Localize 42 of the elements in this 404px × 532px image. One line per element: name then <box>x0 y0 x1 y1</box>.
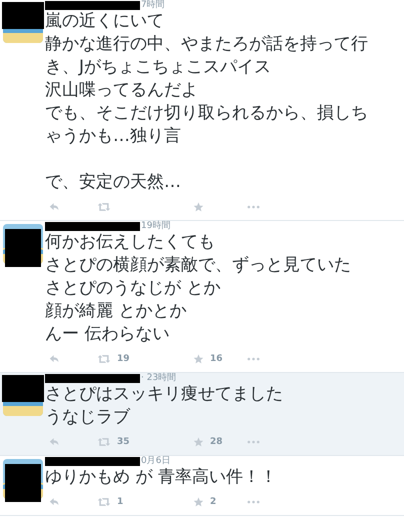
tweet-text: でも、そこだけ切り取られるから、損しち <box>45 102 369 125</box>
tweet-text: 静かな進行の中、やまたろが話を持って行 <box>45 33 369 56</box>
tweet-text: さとぴの横顔が素敵で、ずっと見ていた <box>45 254 352 277</box>
tweet-text: 何かお伝えしたくても <box>45 231 216 254</box>
reply-icon[interactable] <box>49 202 60 212</box>
favorite-count: 16 <box>210 354 223 364</box>
star-icon[interactable] <box>193 202 204 212</box>
retweet-icon[interactable] <box>97 497 111 507</box>
redaction-box <box>2 2 44 29</box>
reply-icon[interactable] <box>49 437 60 447</box>
tweet-text: ゆりかもめ が 青率高い件！！ <box>45 466 278 489</box>
tweet-text: 嵐の近くにいて <box>45 10 165 33</box>
tweet-text: で、安定の天然… <box>45 171 182 194</box>
tweet-text: ゃうかも…独り言 <box>45 125 182 148</box>
timestamp[interactable]: · 23時間 <box>141 373 176 383</box>
favorite-count: 28 <box>210 437 223 447</box>
retweet-count: 35 <box>117 437 130 447</box>
favorite-count: 2 <box>210 497 216 507</box>
redaction-box <box>2 375 44 402</box>
tweet-text: うなじラブ <box>45 406 132 429</box>
star-icon[interactable] <box>193 354 204 364</box>
tweet-text: き、Jがちょこちょこスパイス <box>45 56 272 79</box>
tweet-text: 顔が綺麗 とかとか <box>45 300 188 323</box>
star-icon[interactable] <box>193 437 204 447</box>
reply-icon[interactable] <box>49 497 60 507</box>
retweet-count: 19 <box>117 354 130 364</box>
timestamp[interactable]: 0月6日 <box>141 456 170 466</box>
more-icon[interactable] <box>247 357 260 361</box>
more-icon[interactable] <box>247 205 260 209</box>
retweet-icon[interactable] <box>97 202 111 212</box>
tweet-text: んー 伝わらない <box>45 323 170 346</box>
timestamp[interactable]: 19時間 <box>141 221 170 231</box>
star-icon[interactable] <box>193 497 204 507</box>
tweet-text: さとぴはスッキリ痩せてました <box>45 383 284 406</box>
tweet-text: さとぴのうなじが とか <box>45 277 222 300</box>
more-icon[interactable] <box>247 440 260 444</box>
tweet-text: 沢山喋ってるんだよ <box>45 79 199 102</box>
retweet-icon[interactable] <box>97 354 111 364</box>
retweet-count: 1 <box>117 497 124 507</box>
retweet-icon[interactable] <box>97 437 111 447</box>
more-icon[interactable] <box>247 500 260 504</box>
reply-icon[interactable] <box>49 354 60 364</box>
